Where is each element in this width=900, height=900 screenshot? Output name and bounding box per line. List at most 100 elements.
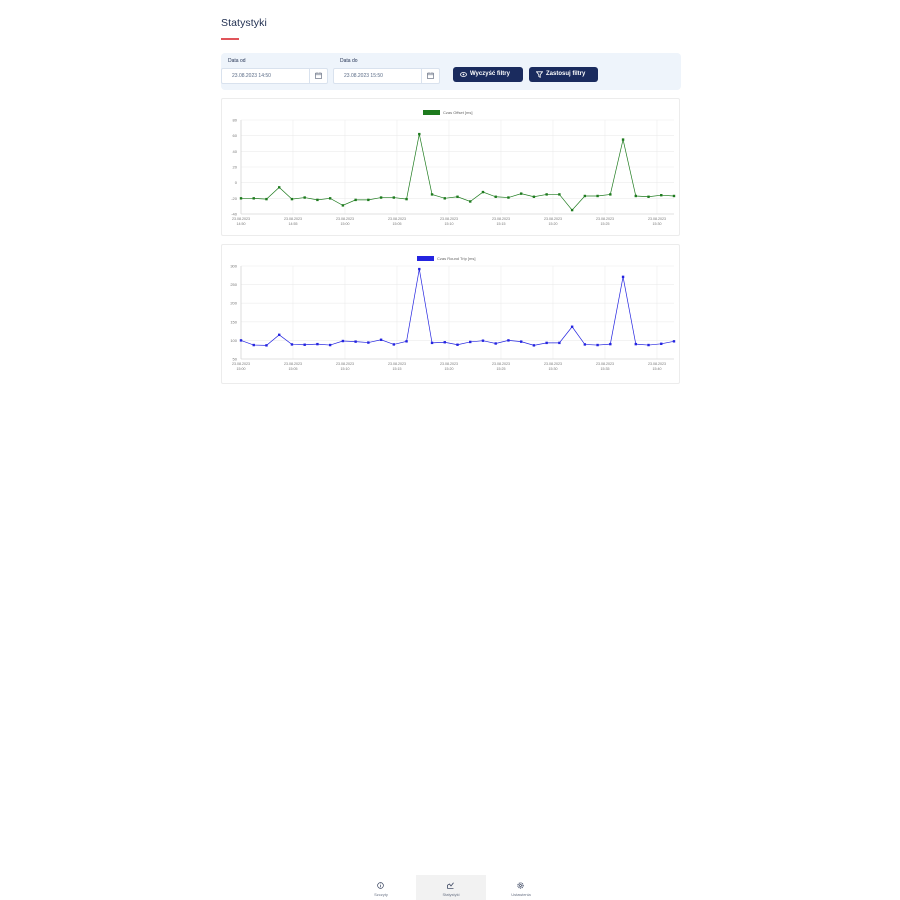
data-point (583, 343, 587, 346)
data-point (481, 339, 485, 342)
date-from-value: 23.08.2023 14:50 (232, 73, 271, 79)
y-tick-label: 250 (230, 282, 237, 287)
y-tick-label: 80 (233, 118, 238, 123)
data-point (507, 339, 510, 342)
nav-item-szczyty[interactable]: Szczyty (346, 875, 416, 900)
data-point (392, 196, 396, 199)
data-point (316, 342, 319, 346)
x-tick-label: 15:15 (497, 222, 506, 226)
data-point (672, 340, 676, 343)
x-tick-label: 15:40 (653, 367, 662, 371)
data-point (609, 342, 612, 346)
legend-swatch (417, 256, 434, 261)
data-point (418, 267, 421, 271)
series-line (241, 134, 675, 211)
data-point (621, 138, 625, 141)
bottom-navigation: Szczyty Statystyki Ustawienia (0, 872, 900, 900)
y-tick-label: -20 (231, 196, 238, 201)
nav-label-szczyty: Szczyty (374, 892, 388, 897)
data-point (328, 343, 332, 347)
data-point (469, 340, 472, 344)
data-point (570, 325, 574, 328)
data-point (519, 340, 523, 343)
legend-label: Czas Round Trip [ms] (437, 256, 475, 261)
clear-filters-button[interactable]: Wyczyść filtry (453, 67, 523, 82)
x-tick-label: 23.08.2023 (492, 362, 510, 366)
clear-filters-label: Wyczyść filtry (470, 71, 510, 77)
data-point (558, 341, 561, 345)
data-point (596, 194, 599, 198)
data-point (672, 194, 676, 198)
x-tick-label: 23.08.2023 (596, 217, 614, 221)
data-point (341, 339, 345, 343)
page-title: Statystyki (221, 17, 267, 29)
calendar-icon[interactable] (309, 69, 327, 83)
data-point (290, 197, 294, 201)
data-point (494, 195, 497, 198)
nav-item-ustawienia[interactable]: Ustawienia (486, 875, 556, 900)
x-tick-label: 15:25 (601, 222, 610, 226)
x-tick-label: 23.08.2023 (544, 217, 562, 221)
date-from-input[interactable]: 23.08.2023 14:50 (221, 68, 328, 84)
nav-item-statystyki[interactable]: Statystyki (416, 875, 486, 900)
data-point (354, 198, 357, 202)
data-point (405, 197, 408, 201)
x-tick-label: 23.08.2023 (492, 217, 510, 221)
data-point (430, 193, 434, 196)
roundtrip-chart: Czas Round Trip [ms]3002502001501005023.… (230, 256, 676, 371)
data-point (456, 343, 459, 346)
data-point (621, 275, 625, 279)
data-point (545, 193, 548, 196)
x-tick-label: 15:05 (289, 367, 298, 371)
data-point (392, 343, 396, 346)
x-tick-label: 23.08.2023 (440, 362, 458, 366)
eye-off-icon (460, 72, 467, 77)
data-point (379, 338, 383, 341)
data-point (545, 341, 548, 345)
data-point (634, 342, 637, 346)
data-point (647, 195, 650, 198)
date-from-field: Data od 23.08.2023 14:50 (221, 57, 328, 84)
data-point (609, 193, 612, 196)
date-to-input[interactable]: 23.08.2023 15:50 (333, 68, 440, 84)
data-point (418, 132, 421, 136)
data-point (570, 208, 574, 212)
data-point (443, 341, 446, 344)
data-point (290, 343, 294, 346)
date-to-value: 23.08.2023 15:50 (344, 73, 383, 79)
x-tick-label: 23.08.2023 (596, 362, 614, 366)
data-point (303, 196, 306, 199)
x-tick-label: 15:10 (341, 367, 350, 371)
filter-panel: Data od 23.08.2023 14:50 Data do 23.08.2… (221, 53, 681, 90)
data-point (341, 204, 345, 207)
data-point (647, 343, 650, 347)
data-point (367, 341, 370, 344)
data-point (278, 333, 281, 337)
x-tick-label: 23.08.2023 (440, 217, 458, 221)
data-point (558, 193, 561, 196)
data-point (252, 197, 255, 200)
x-tick-label: 15:20 (549, 222, 558, 226)
x-tick-label: 15:05 (393, 222, 402, 226)
data-point (354, 340, 357, 343)
date-to-field: Data do 23.08.2023 15:50 (333, 57, 440, 84)
calendar-icon[interactable] (421, 69, 439, 83)
data-point (532, 344, 536, 347)
data-point (367, 198, 370, 202)
apply-filters-label: Zastosuj filtry (546, 71, 586, 77)
x-tick-label: 23.08.2023 (232, 362, 250, 366)
x-tick-label: 23.08.2023 (648, 362, 666, 366)
x-tick-label: 15:30 (549, 367, 558, 371)
data-point (507, 196, 510, 199)
nav-label-statystyki: Statystyki (442, 892, 460, 897)
x-tick-label: 15:00 (341, 222, 350, 226)
data-point (583, 194, 587, 198)
x-tick-label: 23.08.2023 (388, 362, 406, 366)
x-tick-label: 15:15 (393, 367, 402, 371)
data-point (660, 342, 663, 346)
x-tick-label: 23.08.2023 (336, 362, 354, 366)
x-tick-label: 15:35 (601, 367, 610, 371)
apply-filters-button[interactable]: Zastosuj filtry (529, 67, 598, 82)
title-underline (221, 38, 239, 40)
data-point (469, 200, 472, 203)
